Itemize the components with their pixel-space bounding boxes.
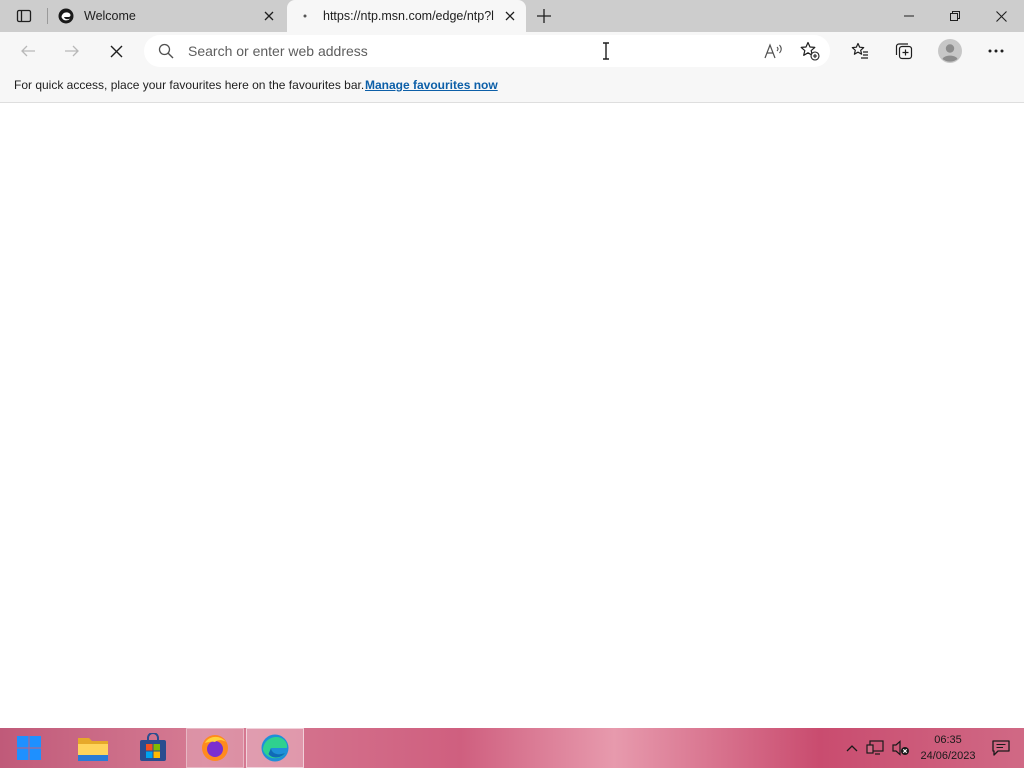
search-icon <box>158 43 174 64</box>
favourites-bar-message: For quick access, place your favourites … <box>14 78 365 92</box>
stop-loading-button[interactable] <box>100 35 132 67</box>
taskbar-file-explorer[interactable] <box>64 728 122 768</box>
loading-dot-icon <box>297 8 313 24</box>
tab-welcome[interactable]: Welcome <box>48 0 285 32</box>
close-icon <box>264 11 274 21</box>
edge-logo-icon <box>261 734 289 762</box>
favourites-bar: For quick access, place your favourites … <box>0 70 1024 103</box>
tab-title: https://ntp.msn.com/edge/ntp?l <box>323 9 494 23</box>
star-add-icon <box>800 41 820 61</box>
collections-button[interactable] <box>888 35 920 67</box>
avatar-icon <box>938 39 962 63</box>
more-dots-icon <box>988 49 1004 53</box>
chevron-up-icon <box>846 745 858 752</box>
page-content[interactable] <box>0 103 1024 728</box>
back-arrow-icon <box>21 45 35 57</box>
network-icon <box>866 740 884 755</box>
clock-date: 24/06/2023 <box>920 750 976 762</box>
settings-and-more-button[interactable] <box>980 35 1012 67</box>
new-tab-button[interactable] <box>530 0 558 32</box>
show-hidden-icons-button[interactable] <box>841 738 863 758</box>
tab-title: Welcome <box>84 9 136 23</box>
firefox-logo-icon <box>202 735 228 761</box>
collections-icon <box>895 43 913 60</box>
taskbar-clock[interactable]: 06:35 24/06/2023 <box>912 732 984 764</box>
taskbar-firefox[interactable] <box>186 728 244 768</box>
notifications-icon <box>992 740 1010 756</box>
tab-ntp[interactable]: https://ntp.msn.com/edge/ntp?l <box>287 0 526 32</box>
close-icon <box>110 45 122 57</box>
clock-time: 06:35 <box>934 734 962 746</box>
minimize-icon <box>904 15 914 17</box>
store-bag-icon <box>140 733 166 761</box>
windows-logo-icon <box>17 736 41 760</box>
close-icon <box>995 10 1007 22</box>
taskbar-microsoft-store[interactable] <box>124 728 182 768</box>
forward-arrow-icon <box>65 45 79 57</box>
read-aloud-button[interactable] <box>760 38 788 64</box>
restore-button[interactable] <box>932 0 978 32</box>
tab-close-button[interactable] <box>259 6 279 26</box>
folder-icon <box>78 738 108 761</box>
favourites-button[interactable] <box>844 35 876 67</box>
window-close-button[interactable] <box>978 0 1024 32</box>
taskbar: 06:35 24/06/2023 <box>0 728 1024 768</box>
add-to-favourites-button[interactable] <box>796 38 824 64</box>
restore-icon <box>950 11 960 21</box>
manage-favourites-link[interactable]: Manage favourites now <box>365 78 498 92</box>
favourites-list-icon <box>851 42 868 59</box>
address-input[interactable] <box>188 35 748 67</box>
minimize-button[interactable] <box>886 0 932 32</box>
notifications-button[interactable] <box>988 736 1014 760</box>
profile-button[interactable] <box>934 35 966 67</box>
tab-actions-button[interactable] <box>8 0 40 32</box>
tab-actions-icon <box>16 9 32 23</box>
back-button[interactable] <box>12 35 44 67</box>
start-button[interactable] <box>0 728 58 768</box>
address-bar[interactable] <box>144 35 830 67</box>
taskbar-edge[interactable] <box>246 728 304 768</box>
text-cursor-icon <box>602 42 610 65</box>
tab-close-button[interactable] <box>500 6 520 26</box>
volume-muted-icon <box>892 740 909 756</box>
network-button[interactable] <box>864 738 886 758</box>
forward-button[interactable] <box>56 35 88 67</box>
tab-strip: Welcome https://ntp.msn.com/edge/ntp?l <box>0 0 1024 32</box>
plus-icon <box>537 9 551 23</box>
volume-button[interactable] <box>890 738 912 758</box>
close-icon <box>505 11 515 21</box>
edge-logo-icon <box>58 8 74 24</box>
read-aloud-icon <box>764 43 782 59</box>
